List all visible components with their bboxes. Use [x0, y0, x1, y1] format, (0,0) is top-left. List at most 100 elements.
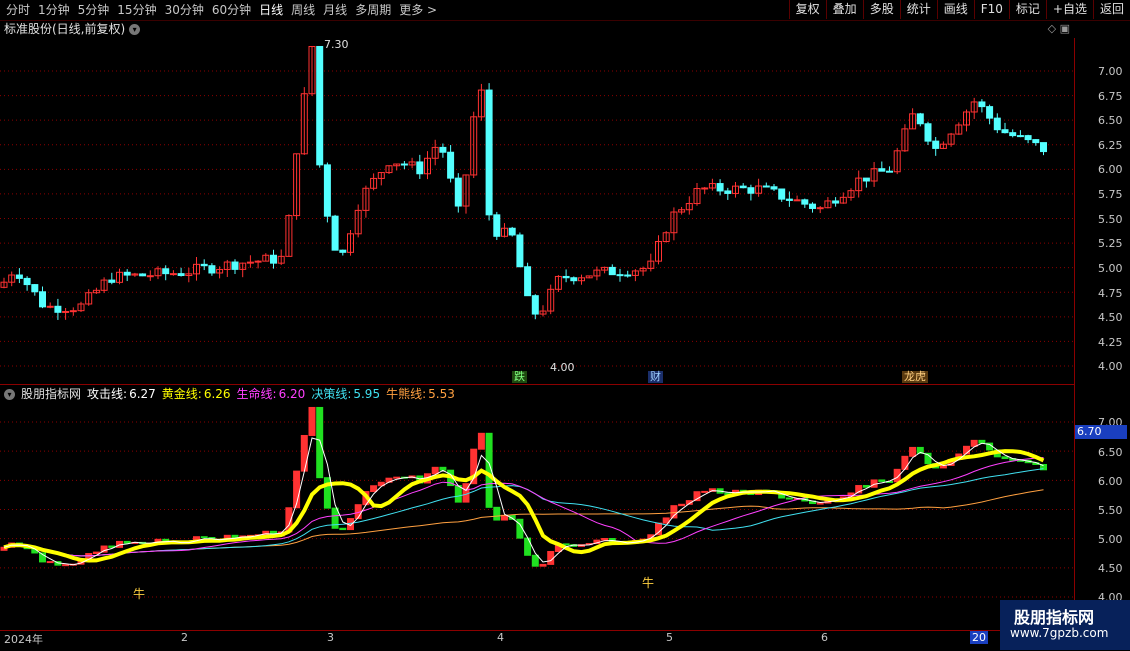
- price-tick: 6.00: [1098, 163, 1123, 176]
- candle-body: [1009, 132, 1017, 137]
- price-tick: 6.50: [1098, 114, 1123, 127]
- candle-body: [924, 123, 932, 142]
- indicator-bar: [46, 561, 54, 564]
- indicator-bar: [524, 537, 532, 556]
- candle-body: [416, 161, 424, 175]
- candle-body: [516, 234, 524, 268]
- candle-body: [454, 177, 462, 207]
- candle-body: [1001, 129, 1009, 134]
- time-tick: 2: [181, 631, 188, 644]
- candle-body: [762, 185, 770, 188]
- indicator-bar: [978, 439, 986, 444]
- indicator-bar: [454, 485, 462, 503]
- candle-body: [993, 117, 1001, 131]
- candle-body: [793, 199, 801, 202]
- tag-die[interactable]: 跌: [512, 371, 527, 383]
- candle-body: [770, 186, 778, 190]
- candle-body: [200, 263, 208, 267]
- indicator-bar: [300, 434, 308, 472]
- indicator-name[interactable]: 股朋指标网: [21, 387, 81, 401]
- indicator-bar: [878, 479, 886, 482]
- candle-body: [716, 183, 724, 192]
- candle-body: [108, 279, 116, 283]
- tag-longhu[interactable]: 龙虎: [902, 371, 928, 383]
- indicator-bar: [678, 503, 686, 507]
- chevron-down-icon[interactable]: ▾: [4, 388, 15, 400]
- candle-body: [562, 275, 570, 279]
- indicator-tick: 6.00: [1098, 475, 1123, 488]
- candle-body: [62, 310, 70, 313]
- candle-body: [739, 185, 747, 189]
- candle-body: [39, 291, 46, 308]
- price-tick: 4.50: [1098, 311, 1123, 324]
- attack-line-label: 攻击线: 6.27: [87, 387, 156, 401]
- indicator-tick: 5.00: [1098, 533, 1123, 546]
- bull-bear-line-label: 牛熊线: 5.53: [386, 387, 455, 401]
- candle-body: [493, 214, 501, 237]
- kline-chart[interactable]: [0, 0, 1130, 650]
- candle-body: [531, 295, 539, 315]
- indicator-bar: [370, 485, 378, 493]
- candle-body: [400, 163, 408, 166]
- candle-body: [832, 200, 840, 204]
- candle-body: [701, 187, 709, 190]
- candle-body: [169, 273, 177, 276]
- indicator-header: ▾ 股朋指标网 攻击线: 6.27 黄金线: 6.26 生命线: 6.20 决策线: 5…: [4, 387, 455, 401]
- price-tick: 6.75: [1098, 90, 1123, 103]
- indicator-tick: 6.50: [1098, 446, 1123, 459]
- indicator-bar: [655, 522, 662, 536]
- indicator-bar: [200, 536, 208, 539]
- indicator-bar: [431, 466, 439, 475]
- candle-body: [747, 187, 755, 194]
- price-tick: 4.00: [1098, 360, 1123, 373]
- candle-body: [862, 177, 870, 182]
- current-price-tag: 6.70: [1075, 425, 1127, 439]
- candle-body: [231, 261, 239, 270]
- indicator-tick: 5.50: [1098, 504, 1123, 517]
- decision-line-label: 决策线: 5.95: [311, 387, 381, 401]
- candle-body: [123, 271, 131, 276]
- candle-body: [1040, 142, 1047, 153]
- candle-body: [886, 170, 893, 173]
- tag-cai[interactable]: 财: [648, 371, 663, 383]
- indicator-bar: [477, 432, 485, 450]
- time-tick-current: 20: [970, 631, 988, 644]
- candle-body: [978, 101, 986, 108]
- candle-body: [146, 275, 154, 278]
- candle-body: [270, 254, 277, 264]
- candle-body: [46, 305, 54, 308]
- candle-body: [1016, 135, 1024, 138]
- indicator-bar: [92, 551, 100, 555]
- candle-body: [485, 89, 493, 216]
- candle-body: [724, 190, 732, 194]
- indicator-bar: [393, 476, 401, 479]
- bull-signal-label: 牛: [133, 587, 146, 601]
- candle-body: [254, 260, 262, 263]
- indicator-bar: [909, 446, 917, 457]
- indicator-bar: [531, 554, 539, 567]
- candle-body: [801, 199, 809, 205]
- price-tick: 5.50: [1098, 213, 1123, 226]
- indicator-bar: [62, 564, 70, 567]
- candle-body: [809, 203, 816, 209]
- golden-line: [3, 449, 1045, 563]
- candle-body: [785, 198, 793, 201]
- candle-body: [778, 188, 786, 200]
- candle-body: [1032, 139, 1040, 144]
- candle-body: [508, 227, 516, 236]
- indicator-bar: [100, 545, 108, 553]
- candle-body: [439, 146, 447, 153]
- indicator-bar: [316, 406, 324, 479]
- time-tick: 2024年: [4, 633, 43, 646]
- candle-body: [139, 273, 147, 277]
- indicator-bar: [123, 540, 131, 544]
- candle-body: [524, 266, 532, 297]
- candle-body: [316, 45, 324, 166]
- price-tick: 5.00: [1098, 262, 1123, 275]
- price-tick: 4.25: [1098, 336, 1123, 349]
- low-price-label: 4.00: [550, 361, 575, 374]
- indicator-bar: [701, 490, 709, 493]
- indicator-tick: 4.50: [1098, 562, 1123, 575]
- time-tick: 3: [327, 631, 334, 644]
- candle-body: [624, 274, 632, 277]
